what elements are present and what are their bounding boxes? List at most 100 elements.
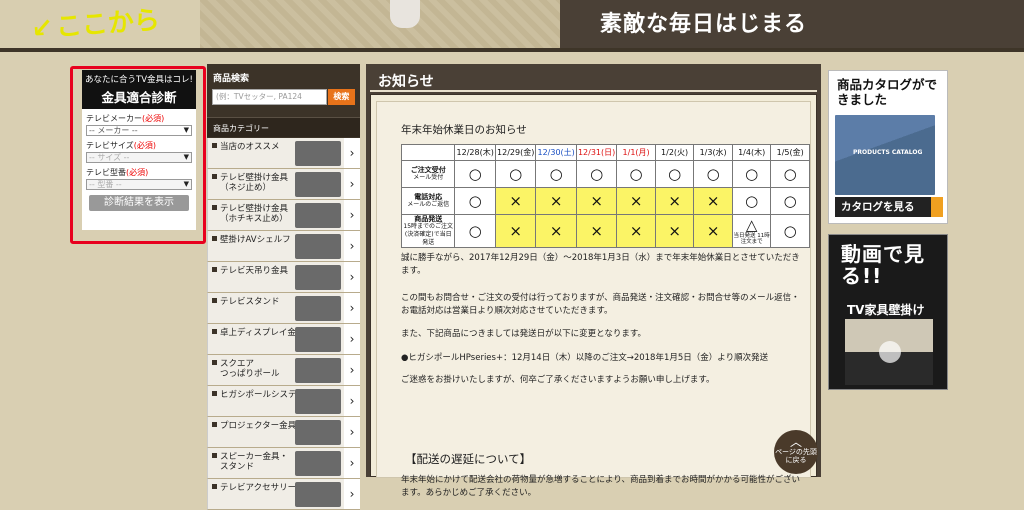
header-divider: [0, 48, 1024, 52]
row-label: 電話対応 メールのご返信: [400, 187, 456, 215]
size-select[interactable]: -- サイズ -- ▼: [86, 152, 192, 163]
bullet-icon: [212, 267, 217, 272]
chevron-right-icon: ›: [344, 355, 360, 385]
chevron-right-icon: ›: [344, 231, 360, 261]
date-header: 12/29(金): [494, 144, 537, 161]
category-item[interactable]: 壁掛けAVシェルフ ›: [207, 231, 360, 262]
bullet-icon: [212, 236, 217, 241]
schedule-cell: ×: [693, 214, 733, 248]
show-diagnosis-button[interactable]: 診断結果を表示: [89, 195, 189, 211]
chevron-right-icon: ›: [344, 479, 360, 509]
table-row: 電話対応 メールのご返信 ○ × × × × × × ○ ○: [400, 187, 810, 215]
search-button[interactable]: 検索: [327, 89, 355, 105]
diagnosis-title: 金具適合診断: [101, 90, 177, 105]
row-label: 商品発送 15時までのご注文(決済確定)で当日発送: [400, 214, 456, 248]
site-header: 素敵な毎日はじまる ↓ここから: [0, 0, 1024, 52]
schedule-cell: ○: [693, 160, 733, 188]
catalog-image: PRODUCTS CATALOG: [835, 115, 935, 195]
category-item[interactable]: テレビ壁掛け金具 （ホチキス止め） ›: [207, 200, 360, 231]
notice-paragraph: この間もお問合せ・ご注文の受付は行っておりますが、商品発送・注文確認・お問合せ等…: [401, 293, 800, 316]
bullet-icon: [212, 422, 217, 427]
schedule-cell: ○: [731, 160, 772, 188]
chevron-right-icon: ›: [344, 200, 360, 230]
bullet-icon: [212, 484, 217, 489]
schedule-cell: ○: [454, 214, 496, 248]
bullet-icon: [212, 391, 217, 396]
category-thumbnail: [295, 482, 341, 507]
date-header: 1/4(木): [731, 144, 772, 161]
schedule-cell: ○: [535, 160, 577, 188]
schedule-cell: ○: [575, 160, 618, 188]
catalog-banner[interactable]: 商品カタログができました PRODUCTS CATALOG カタログを見る: [828, 70, 948, 224]
size-label: テレビサイズ: [86, 141, 134, 150]
category-thumbnail: [295, 234, 341, 259]
category-item[interactable]: 当店のオススメ ›: [207, 138, 360, 169]
schedule-cell: ×: [616, 187, 656, 215]
header-tagline: 素敵な毎日はじまる: [600, 12, 808, 37]
schedule-cell: ○: [494, 160, 537, 188]
row-label: ご注文受付 メール受付: [400, 160, 456, 188]
category-item[interactable]: スピーカー金具・ スタンド ›: [207, 448, 360, 479]
date-header: 12/31(日): [575, 144, 618, 161]
catalog-cta[interactable]: カタログを見る: [835, 197, 943, 217]
category-thumbnail: [295, 172, 341, 197]
table-row: ご注文受付 メール受付 ○ ○ ○ ○ ○ ○ ○ ○ ○: [400, 160, 810, 188]
search-input[interactable]: (例：TVセッター, PA124: [212, 89, 327, 105]
category-item[interactable]: ヒガシポールシステム ›: [207, 386, 360, 417]
notice-title: 年末年始休業日のお知らせ: [401, 124, 527, 136]
notice-heading: お知らせ: [370, 68, 817, 92]
bullet-icon: [212, 205, 217, 210]
required-mark: (必須): [126, 168, 149, 177]
schedule-cell: ×: [494, 214, 537, 248]
notice-body: 年末年始休業日のお知らせ 12/28(木) 12/29(金) 12/30(土) 12/…: [370, 94, 817, 498]
header-pattern: [200, 0, 560, 52]
maker-label: テレビメーカー: [86, 114, 142, 123]
category-thumbnail: [295, 203, 341, 228]
schedule-cell: ×: [654, 214, 695, 248]
maker-select[interactable]: -- メーカー -- ▼: [86, 125, 192, 136]
category-title: 商品カテゴリー: [207, 117, 360, 137]
category-item[interactable]: プロジェクター金具 ›: [207, 417, 360, 448]
chevron-right-icon: ›: [344, 169, 360, 199]
bullet-icon: [212, 143, 217, 148]
chevron-up-icon: ︿: [789, 435, 802, 449]
date-header: 1/3(水): [693, 144, 733, 161]
diagnosis-subtitle: あなたに合うTV金具はコレ!: [85, 75, 193, 85]
bullet-icon: [212, 453, 217, 458]
category-thumbnail: [295, 420, 341, 445]
schedule-cell: ○: [770, 187, 810, 215]
schedule-cell: ×: [575, 187, 618, 215]
category-item[interactable]: テレビ壁掛け金具 （ネジ止め） ›: [207, 169, 360, 200]
schedule-cell: ○: [770, 214, 810, 248]
video-title: 動画で見る!!: [841, 242, 925, 288]
category-item[interactable]: テレビスタンド ›: [207, 293, 360, 324]
notice-paragraph: 年末年始にかけて配送会社の荷物量が急増することにより、商品到着までお時間がかかる…: [401, 475, 800, 498]
chevron-right-icon: ›: [344, 386, 360, 416]
category-thumbnail: [295, 327, 341, 352]
schedule-cell: ×: [535, 214, 577, 248]
back-to-top-button[interactable]: ︿ ページの先頭に戻る: [774, 430, 818, 474]
category-thumbnail: [295, 296, 341, 321]
play-icon: [879, 341, 901, 363]
video-thumbnail: [845, 319, 933, 385]
model-select[interactable]: -- 型番 -- ▼: [86, 179, 192, 190]
schedule-cell: △ 当日発送 11時注文まで: [731, 214, 772, 248]
category-item[interactable]: 卓上ディスプレイ金具 ›: [207, 324, 360, 355]
category-item[interactable]: スクエア つっぱりポール ›: [207, 355, 360, 386]
notice-paragraph: ご迷惑をお掛けいたしますが、何卒ご了承くださいますようお願い申し上げます。: [401, 375, 715, 385]
header-photo: [390, 0, 420, 28]
schedule-cell: ○: [770, 160, 810, 188]
chevron-right-icon: ›: [344, 293, 360, 323]
cell-note: 当日発送 11時注文まで: [733, 232, 770, 245]
video-banner[interactable]: 動画で見る!! TV家具壁掛け: [828, 234, 948, 390]
notice-paragraph: 誠に勝手ながら、2017年12月29日（金）～2018年1月3日（水）まで年末年…: [401, 253, 800, 276]
category-item[interactable]: テレビアクセサリー ›: [207, 479, 360, 510]
category-thumbnail: [295, 265, 341, 290]
category-item[interactable]: テレビ天吊り金具 ›: [207, 262, 360, 293]
schedule-cell: ○: [454, 160, 496, 188]
schedule-cell: ×: [494, 187, 537, 215]
table-corner: [400, 144, 456, 161]
chevron-right-icon: ›: [344, 324, 360, 354]
chevron-right-icon: ›: [344, 417, 360, 447]
schedule-cell: ○: [454, 187, 496, 215]
